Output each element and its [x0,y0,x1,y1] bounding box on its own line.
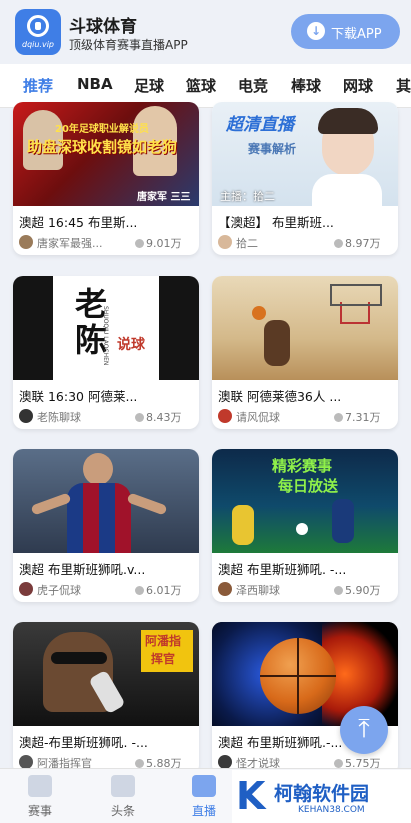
thumbnail-caption: 主播：拾二 [220,190,275,203]
logo-domain: dqiu.vip [21,40,55,49]
video-card[interactable]: 20年足球职业解说员 助盘深球收割镜如老狗 唐家军 三三 澳超 16:45 布里… [13,102,199,255]
author-name: 唐家军最强... [37,237,103,250]
video-card[interactable]: 超清直播 赛事解析 主播：拾二 【澳超】 布里斯班... 拾二 8.97万 [212,102,398,255]
download-icon: ↓ [307,22,325,40]
avatar [19,582,33,596]
views-icon [135,586,144,595]
views-icon [135,759,144,768]
download-app-button[interactable]: ↓ 下载APP [291,14,400,49]
avatar [218,235,232,249]
video-title: 澳联 16:30 阿德莱... [19,389,138,404]
tab-other[interactable]: 其 [396,75,411,96]
nav-matches[interactable]: 赛事 [0,769,80,823]
back-to-top-button[interactable]: ⤒ [340,706,388,754]
video-thumbnail [212,276,398,380]
thumbnail-caption: 阿潘指 [145,634,182,648]
avatar [19,235,33,249]
brand-k-icon: K [236,774,266,818]
author-name: 请风侃球 [236,411,280,424]
video-thumbnail: 超清直播 赛事解析 主播：拾二 [212,102,398,206]
watermark-brand: 柯翰软件园 [274,783,370,805]
thumbnail-caption: 每日放送 [278,477,339,495]
tab-esports[interactable]: 电竞 [238,75,268,96]
thumbnail-caption: 挥官 [151,652,176,666]
video-thumbnail [13,449,199,553]
tab-recommend[interactable]: 推荐 [23,75,53,96]
tab-basketball[interactable]: 篮球 [186,75,216,96]
thumbnail-caption: 赛事解析 [248,142,297,156]
avatar [218,409,232,423]
video-card[interactable]: 精彩赛事 每日放送 澳超 布里斯班狮吼. -... 泽西聊球 5.90万 [212,449,398,602]
views-icon [334,239,343,248]
avatar [218,755,232,769]
video-title: 澳超 16:45 布里斯... [19,215,138,230]
tab-football[interactable]: 足球 [134,75,164,96]
tab-nba[interactable]: NBA [77,75,113,93]
nav-label: 头条 [110,804,135,818]
thumbnail-caption: 唐家军 三三 [137,192,191,203]
views-icon [135,413,144,422]
thumbnail-caption: 老陈 [75,285,108,359]
avatar [218,582,232,596]
tab-tennis[interactable]: 网球 [343,75,373,96]
video-title: 澳超-布里斯班狮吼. -... [19,735,148,750]
news-icon [111,775,135,797]
nav-headlines[interactable]: 头条 [83,769,163,823]
watermark-logo: K 柯翰软件园 KEHAN38.COM [232,770,411,823]
thumbnail-caption: 助盘深球收割镜如老狗 [27,138,178,156]
video-card[interactable]: 澳超 布里斯班狮吼.v... 虎子侃球 6.01万 [13,449,199,602]
view-count: 9.01万 [135,235,182,251]
thumbnail-caption: 20年足球职业解说员 [55,124,149,135]
author-name: 泽西聊球 [236,584,280,597]
views-icon [334,586,343,595]
video-thumbnail: 20年足球职业解说员 助盘深球收割镜如老狗 唐家军 三三 [13,102,199,206]
view-count: 5.90万 [334,582,381,598]
football-icon [27,15,49,37]
app-name: 斗球体育 [69,17,137,37]
view-count: 6.01万 [135,582,182,598]
video-card[interactable]: 阿潘指 挥官 澳超-布里斯班狮吼. -... 阿潘指挥官 5.88万 [13,622,199,775]
tab-baseball[interactable]: 棒球 [291,75,321,96]
app-header: dqiu.vip 斗球体育 顶级体育赛事直播APP ↓ 下载APP [0,0,411,64]
video-title: 【澳超】 布里斯班... [218,215,334,230]
video-title: 澳超 布里斯班狮吼.v... [19,562,146,577]
video-thumbnail: 精彩赛事 每日放送 [212,449,398,553]
author-name: 老陈聊球 [37,411,81,424]
view-count: 8.97万 [334,235,381,251]
views-icon [135,239,144,248]
author-name: 虎子侃球 [37,584,81,597]
thumbnail-caption: 说球 [117,337,145,353]
watermark-url: KEHAN38.COM [298,805,365,815]
video-title: 澳超 布里斯班狮吼. -... [218,562,347,577]
app-subtitle: 顶级体育赛事直播APP [69,38,188,52]
views-icon [334,759,343,768]
views-icon [334,413,343,422]
arrow-up-icon: ⤒ [358,714,370,744]
download-label: 下载APP [331,27,382,42]
video-title: 澳联 阿德莱德36人 ... [218,389,342,404]
video-thumbnail: 阿潘指 挥官 [13,622,199,726]
view-count: 7.31万 [334,409,381,425]
avatar [19,755,33,769]
avatar [19,409,33,423]
author-name: 拾二 [236,237,258,250]
view-count: 8.43万 [135,409,182,425]
app-logo: dqiu.vip [15,9,61,55]
video-thumbnail: 老陈 说球 SHUOQIU LAOCHEN [13,276,199,380]
thumbnail-caption: SHUOQIU LAOCHEN [102,306,109,366]
nav-label: 赛事 [27,804,52,818]
video-card[interactable]: 澳联 阿德莱德36人 ... 请风侃球 7.31万 [212,276,398,429]
play-icon [192,775,216,797]
thumbnail-caption: 精彩赛事 [272,457,333,475]
video-card[interactable]: 老陈 说球 SHUOQIU LAOCHEN 澳联 16:30 阿德莱... 老陈… [13,276,199,429]
trophy-icon [28,775,52,797]
thumbnail-caption: 超清直播 [226,115,294,135]
